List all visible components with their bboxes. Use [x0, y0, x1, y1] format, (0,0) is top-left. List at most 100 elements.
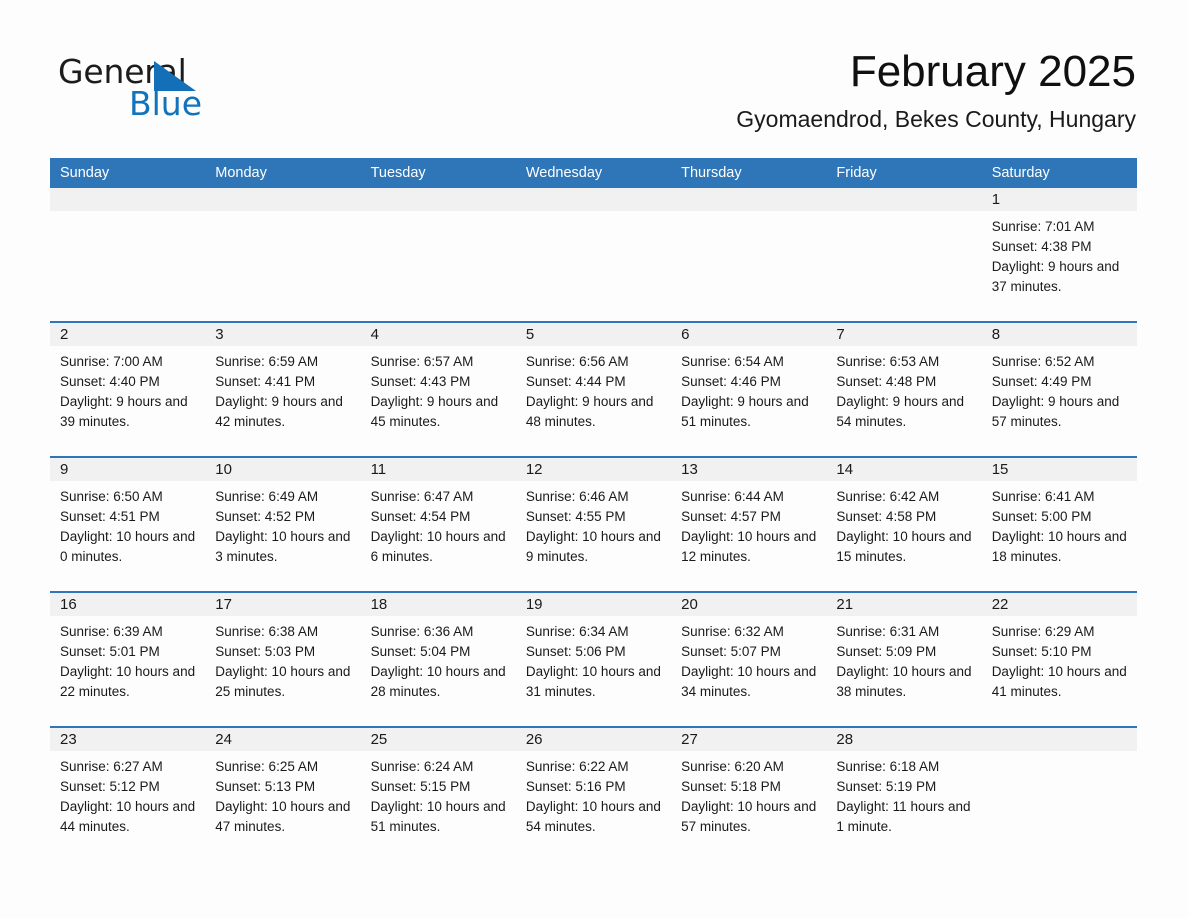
- day-number: 22: [991, 596, 1009, 613]
- day-cell[interactable]: 4 Sunrise: 6:57 AM Sunset: 4:43 PM Daylight…: [360, 323, 516, 456]
- day-cell[interactable]: 27 Sunrise: 6:20 AM Sunset: 5:18 PM Dayligh…: [671, 728, 827, 861]
- calendar-week-row: 2 Sunrise: 7:00 AM Sunset: 4:40 PM Daylight…: [50, 321, 1137, 456]
- day-cell[interactable]: 2 Sunrise: 7:00 AM Sunset: 4:40 PM Daylight…: [50, 323, 206, 456]
- sunrise-text: Sunrise: 6:29 AM: [991, 624, 1095, 639]
- sunrise-text: Sunrise: 6:38 AM: [215, 624, 319, 639]
- daylight-text: Daylight: 10 hours and 44 minutes.: [60, 799, 196, 834]
- sunset-text: Sunset: 4:43 PM: [370, 374, 471, 389]
- day-number-band: [360, 188, 516, 211]
- day-details: Sunrise: 6:32 AM Sunset: 5:07 PM Daylight:…: [671, 616, 826, 702]
- daylight-text: Daylight: 10 hours and 18 minutes.: [991, 529, 1127, 564]
- day-cell[interactable]: 1 Sunrise: 7:01 AM Sunset: 4:38 PM Daylight…: [981, 188, 1137, 321]
- day-number-band: 11: [360, 458, 516, 481]
- sunset-text: Sunset: 5:16 PM: [525, 779, 626, 794]
- day-cell[interactable]: 21 Sunrise: 6:31 AM Sunset: 5:09 PM Dayligh…: [826, 593, 982, 726]
- day-cell[interactable]: 25 Sunrise: 6:24 AM Sunset: 5:15 PM Dayligh…: [360, 728, 516, 861]
- day-details: Sunrise: 6:34 AM Sunset: 5:06 PM Daylight:…: [516, 616, 671, 702]
- day-number: 27: [681, 731, 698, 748]
- day-number: 13: [681, 461, 698, 478]
- day-cell[interactable]: 10 Sunrise: 6:49 AM Sunset: 4:52 PM Dayligh…: [205, 458, 361, 591]
- sunset-text: Sunset: 4:49 PM: [991, 374, 1092, 389]
- day-number: 19: [525, 596, 543, 613]
- day-number-band: 7: [826, 323, 982, 346]
- day-cell[interactable]: 6 Sunrise: 6:54 AM Sunset: 4:46 PM Daylight…: [671, 323, 827, 456]
- day-cell[interactable]: 9 Sunrise: 6:50 AM Sunset: 4:51 PM Daylight…: [50, 458, 206, 591]
- day-details: Sunrise: 6:42 AM Sunset: 4:58 PM Daylight:…: [826, 481, 981, 567]
- day-number-band: [515, 188, 672, 211]
- day-cell[interactable]: 19 Sunrise: 6:34 AM Sunset: 5:06 PM Dayligh…: [515, 593, 672, 726]
- day-number: 21: [836, 596, 854, 613]
- page-title: February 2025: [849, 47, 1136, 96]
- day-cell[interactable]: 14 Sunrise: 6:42 AM Sunset: 4:58 PM Dayligh…: [826, 458, 982, 591]
- calendar-week-row: 1 Sunrise: 7:01 AM Sunset: 4:38 PM Daylight…: [50, 188, 1137, 321]
- title-block: February 2025 Gyomaendrod, Bekes County,…: [736, 46, 1136, 134]
- day-cell[interactable]: 5 Sunrise: 6:56 AM Sunset: 4:44 PM Daylight…: [515, 323, 672, 456]
- day-cell[interactable]: 22 Sunrise: 6:29 AM Sunset: 5:10 PM Dayligh…: [981, 593, 1137, 726]
- day-cell[interactable]: 26 Sunrise: 6:22 AM Sunset: 5:16 PM Dayligh…: [515, 728, 672, 861]
- sunrise-text: Sunrise: 7:01 AM: [991, 219, 1095, 234]
- sunset-text: Sunset: 4:51 PM: [60, 509, 160, 524]
- sunset-text: Sunset: 4:54 PM: [370, 509, 471, 524]
- day-number-band: 5: [515, 323, 672, 346]
- day-cell[interactable]: 24 Sunrise: 6:25 AM Sunset: 5:13 PM Dayligh…: [205, 728, 361, 861]
- day-number: 5: [525, 326, 535, 343]
- calendar-week-row: 23 Sunrise: 6:27 AM Sunset: 5:12 PM Dayligh…: [50, 726, 1137, 861]
- sunset-text: Sunset: 4:55 PM: [525, 509, 626, 524]
- daylight-text: Daylight: 10 hours and 28 minutes.: [370, 664, 506, 699]
- day-number-band: [826, 188, 982, 211]
- day-number-band: 20: [671, 593, 827, 616]
- sunset-text: Sunset: 5:12 PM: [60, 779, 160, 794]
- day-details: Sunrise: 6:44 AM Sunset: 4:57 PM Daylight:…: [671, 481, 826, 567]
- day-cell[interactable]: 7 Sunrise: 6:53 AM Sunset: 4:48 PM Daylight…: [826, 323, 982, 456]
- sunrise-text: Sunrise: 6:20 AM: [681, 759, 784, 774]
- page-header: General Blue February 2025 Gyomaendrod, …: [0, 0, 1188, 155]
- weekday-tuesday: Tuesday: [370, 165, 426, 181]
- sunset-text: Sunset: 5:00 PM: [991, 509, 1092, 524]
- calendar-week-row: 9 Sunrise: 6:50 AM Sunset: 4:51 PM Daylight…: [50, 456, 1137, 591]
- daylight-text: Daylight: 10 hours and 51 minutes.: [370, 799, 506, 834]
- sunset-text: Sunset: 5:03 PM: [215, 644, 316, 659]
- day-cell[interactable]: 11 Sunrise: 6:47 AM Sunset: 4:54 PM Dayligh…: [360, 458, 516, 591]
- day-number: 20: [681, 596, 698, 613]
- daylight-text: Daylight: 10 hours and 41 minutes.: [991, 664, 1127, 699]
- day-cell[interactable]: 20 Sunrise: 6:32 AM Sunset: 5:07 PM Dayligh…: [671, 593, 827, 726]
- day-cell[interactable]: 12 Sunrise: 6:46 AM Sunset: 4:55 PM Dayligh…: [515, 458, 672, 591]
- daylight-text: Daylight: 10 hours and 0 minutes.: [60, 529, 196, 564]
- day-details: Sunrise: 7:01 AM Sunset: 4:38 PM Daylight:…: [982, 211, 1137, 297]
- day-cell-empty: [50, 188, 206, 321]
- sunset-text: Sunset: 5:13 PM: [215, 779, 316, 794]
- sunrise-text: Sunrise: 6:53 AM: [836, 354, 940, 369]
- day-cell[interactable]: 15 Sunrise: 6:41 AM Sunset: 5:00 PM Dayligh…: [981, 458, 1137, 591]
- day-cell[interactable]: 28 Sunrise: 6:18 AM Sunset: 5:19 PM Dayligh…: [826, 728, 982, 861]
- day-cell[interactable]: 13 Sunrise: 6:44 AM Sunset: 4:57 PM Dayligh…: [671, 458, 827, 591]
- day-number-band: 17: [205, 593, 361, 616]
- day-number-band: 13: [671, 458, 827, 481]
- day-number: 15: [991, 461, 1009, 478]
- sunrise-text: Sunrise: 6:42 AM: [836, 489, 940, 504]
- day-cell[interactable]: 17 Sunrise: 6:38 AM Sunset: 5:03 PM Dayligh…: [205, 593, 361, 726]
- day-cell[interactable]: 18 Sunrise: 6:36 AM Sunset: 5:04 PM Dayligh…: [360, 593, 516, 726]
- day-number-band: 24: [205, 728, 361, 751]
- calendar-weeks: 1 Sunrise: 7:01 AM Sunset: 4:38 PM Daylight…: [50, 188, 1137, 861]
- day-number-band: 8: [981, 323, 1137, 346]
- day-number-band: 19: [515, 593, 672, 616]
- day-details: Sunrise: 6:50 AM Sunset: 4:51 PM Daylight:…: [50, 481, 205, 567]
- general-blue-logo[interactable]: General Blue: [58, 52, 358, 132]
- day-number: 28: [836, 731, 854, 748]
- day-details: Sunrise: 6:20 AM Sunset: 5:18 PM Daylight:…: [671, 751, 826, 837]
- day-number: 24: [215, 731, 232, 748]
- day-cell[interactable]: 16 Sunrise: 6:39 AM Sunset: 5:01 PM Dayligh…: [50, 593, 206, 726]
- day-details: Sunrise: 6:54 AM Sunset: 4:46 PM Daylight:…: [671, 346, 826, 432]
- day-cell[interactable]: 23 Sunrise: 6:27 AM Sunset: 5:12 PM Dayligh…: [50, 728, 206, 861]
- daylight-text: Daylight: 9 hours and 45 minutes.: [370, 394, 499, 429]
- sunset-text: Sunset: 4:57 PM: [681, 509, 781, 524]
- sunset-text: Sunset: 5:06 PM: [525, 644, 626, 659]
- day-cell-empty: [205, 188, 361, 321]
- day-cell[interactable]: 8 Sunrise: 6:52 AM Sunset: 4:49 PM Daylight…: [981, 323, 1137, 456]
- day-number: 11: [370, 461, 387, 478]
- sunset-text: Sunset: 5:07 PM: [681, 644, 781, 659]
- daylight-text: Daylight: 9 hours and 51 minutes.: [681, 394, 809, 429]
- day-details: Sunrise: 7:00 AM Sunset: 4:40 PM Daylight:…: [50, 346, 205, 432]
- sunset-text: Sunset: 5:15 PM: [370, 779, 471, 794]
- day-cell[interactable]: 3 Sunrise: 6:59 AM Sunset: 4:41 PM Daylight…: [205, 323, 361, 456]
